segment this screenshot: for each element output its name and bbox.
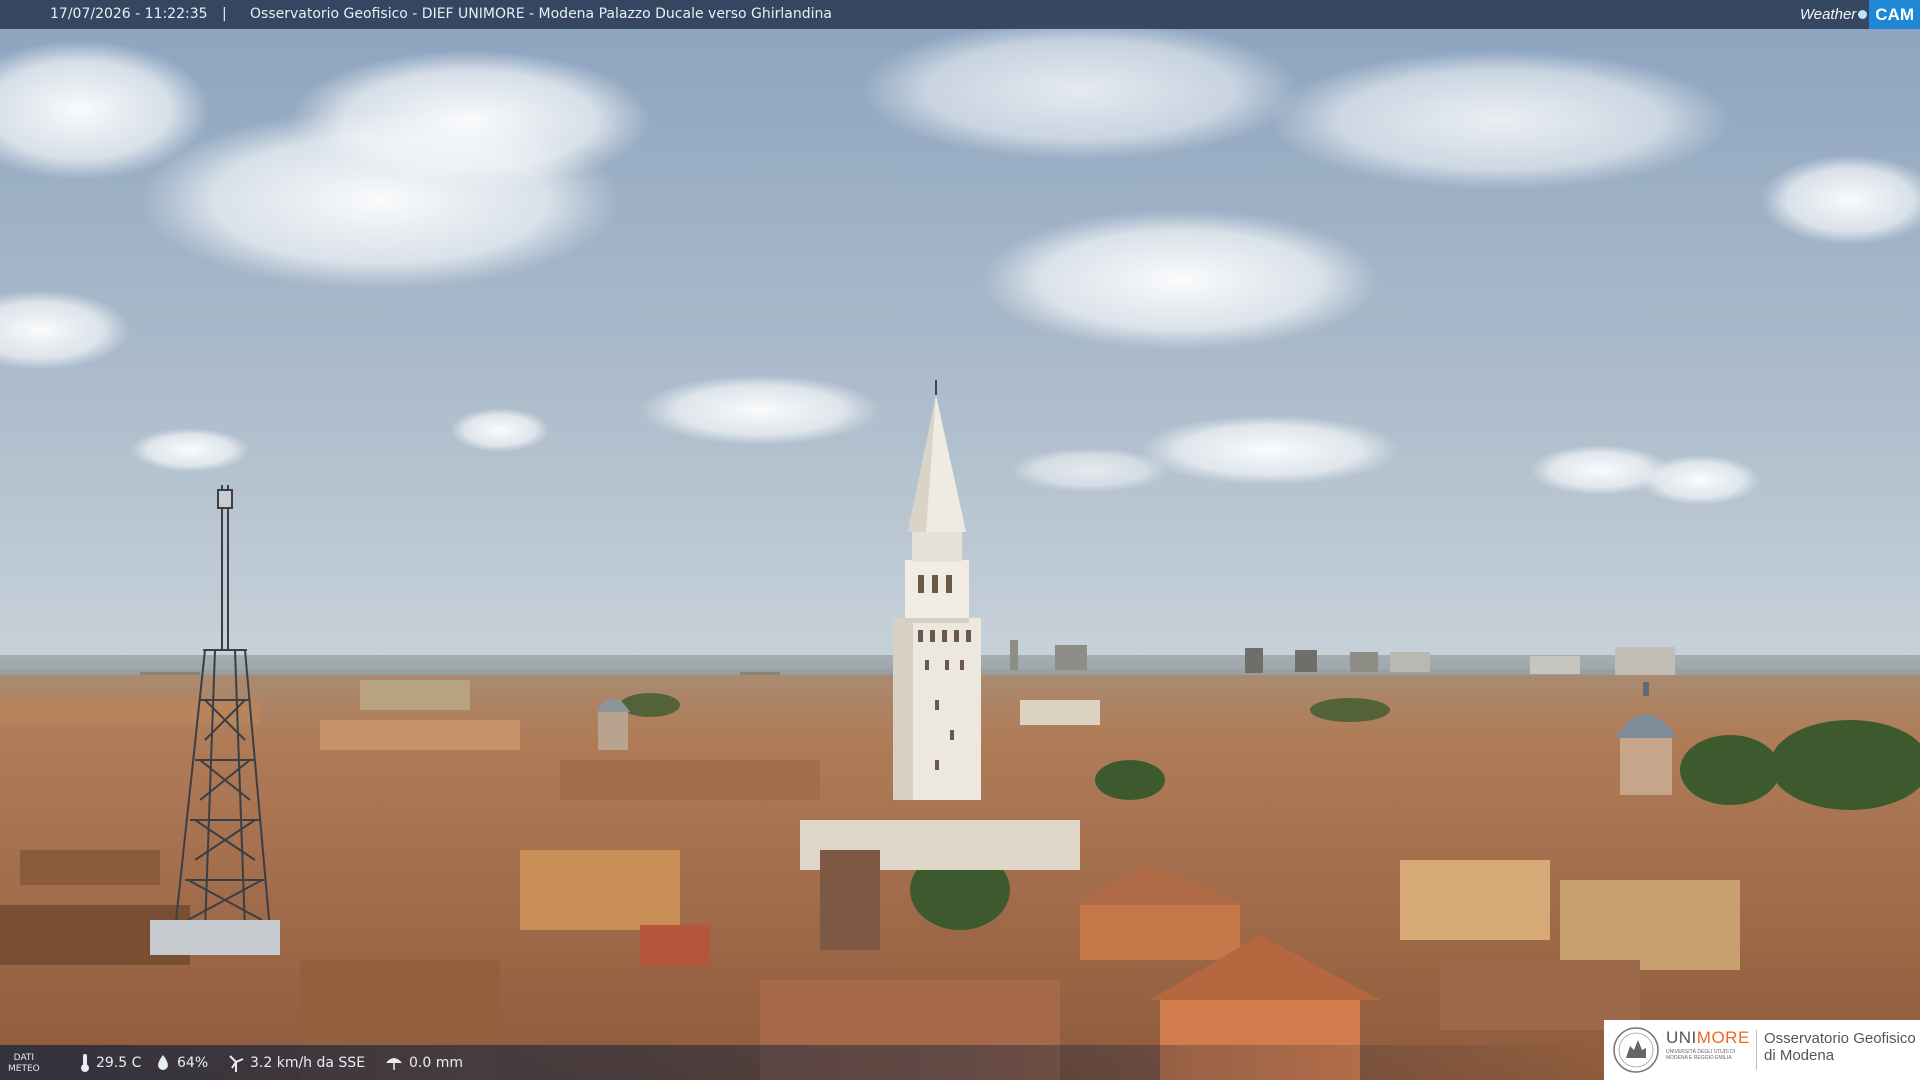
observatory-name: Osservatorio Geofisico di Modena <box>1764 1030 1916 1064</box>
temperature-value: 29.5 C <box>96 1054 142 1071</box>
unimore-seal-icon <box>1613 1027 1659 1073</box>
wind-turbine-icon <box>229 1054 244 1072</box>
antenna-base <box>150 920 280 955</box>
small-dome <box>596 698 630 750</box>
webcam-scene <box>0 0 1920 1080</box>
logo-divider <box>1756 1030 1757 1070</box>
observatory-line1: Osservatorio Geofisico <box>1764 1030 1916 1047</box>
camera-title: Osservatorio Geofisico - DIEF UNIMORE - … <box>250 6 832 22</box>
weathercam-logo-right: CAM <box>1869 0 1920 29</box>
observatory-line2: di Modena <box>1764 1047 1835 1064</box>
weathercam-logo-left: Weather <box>1799 6 1857 23</box>
humidity-drop-icon <box>158 1054 168 1070</box>
camera-dot-icon <box>1858 10 1868 19</box>
meteo-label: DATI METEO <box>8 1053 40 1075</box>
top-info-bar: 17/07/2026 - 11:22:35 | Osservatorio Geo… <box>0 0 1920 29</box>
unimore-suffix: MORE <box>1696 1028 1750 1047</box>
rain-umbrella-icon <box>386 1057 402 1070</box>
separator: | <box>222 6 227 22</box>
unimore-prefix: UNI <box>1666 1028 1697 1047</box>
unimore-wordmark: UNIMORE <box>1666 1028 1750 1048</box>
temperature-reading: 29.5 C <box>80 1045 141 1080</box>
rain-value: 0.0 mm <box>409 1054 463 1071</box>
meteo-label-line1: DATI <box>13 1053 35 1063</box>
meteo-label-line2: METEO <box>8 1064 40 1074</box>
weathercam-logo: Weather CAM <box>1800 0 1920 29</box>
humidity-reading: 64% <box>155 1045 208 1080</box>
timestamp: 17/07/2026 - 11:22:35 <box>50 6 208 22</box>
wind-reading: 3.2 km/h da SSE <box>228 1045 365 1080</box>
wind-value: 3.2 km/h da SSE <box>250 1054 366 1071</box>
thermometer-icon <box>81 1053 89 1072</box>
rain-reading: 0.0 mm <box>385 1045 463 1080</box>
meteo-bar: DATI METEO 29.5 C 64% 3.2 km/h da SSE 0.… <box>0 1045 1600 1080</box>
unimore-subtitle: UNIVERSITÀ DEGLI STUDI DI MODENA E REGGI… <box>1666 1049 1736 1061</box>
humidity-value: 64% <box>177 1054 209 1071</box>
unimore-observatory-logo: UNIMORE UNIVERSITÀ DEGLI STUDI DI MODENA… <box>1604 1020 1920 1080</box>
